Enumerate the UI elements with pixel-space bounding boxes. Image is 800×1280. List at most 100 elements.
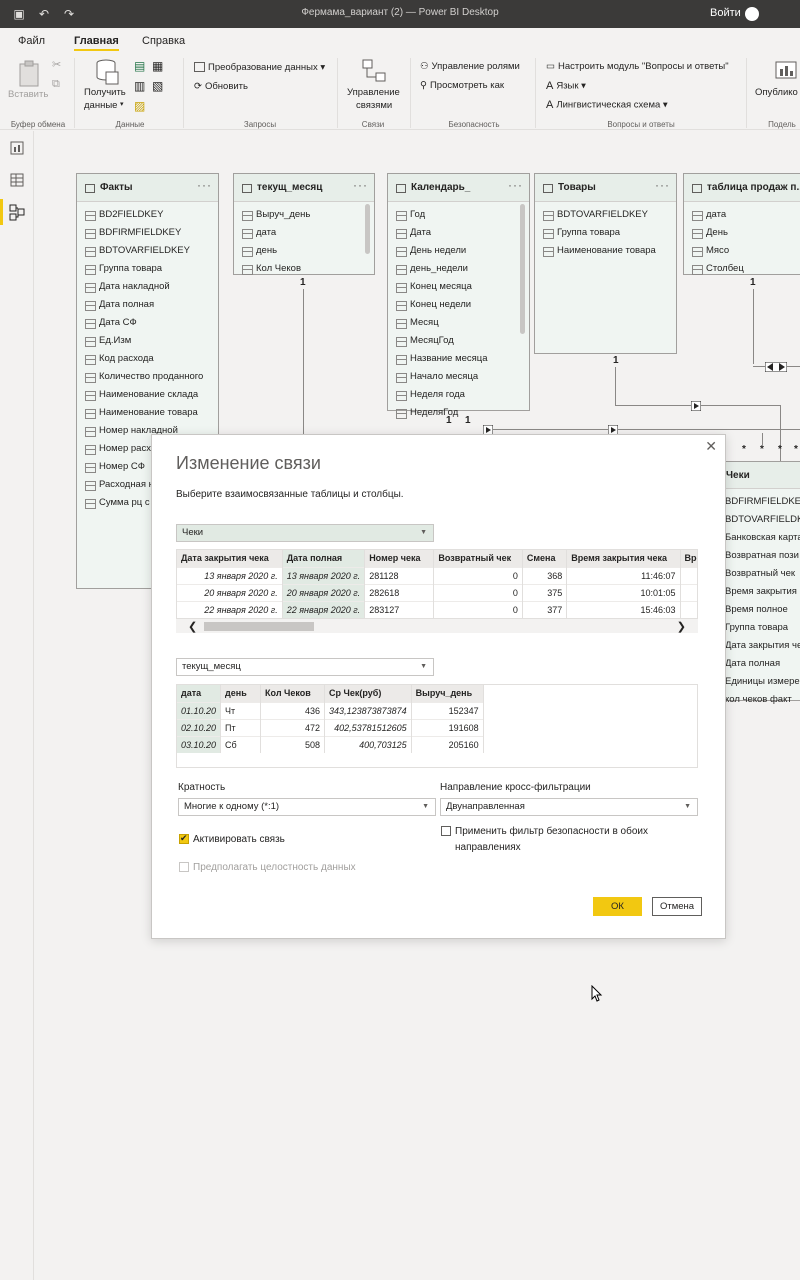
table-field[interactable]: день_недели	[388, 260, 529, 278]
grid-header[interactable]: Возвратный чек	[433, 550, 523, 567]
chevron-down-icon[interactable]: ▾	[120, 100, 124, 108]
table-field[interactable]: Наименование склада	[77, 386, 218, 404]
table-field[interactable]: Дата полная	[77, 296, 218, 314]
table-field[interactable]: Код расхода	[77, 350, 218, 368]
grid-header[interactable]: Кол Чеков	[260, 685, 326, 702]
grid-header[interactable]: Дата закрытия чека	[177, 550, 283, 567]
sql-icon[interactable]: ▥	[134, 79, 145, 93]
table-field[interactable]: кол чеков факт	[723, 691, 800, 709]
table-field[interactable]: Столбец	[684, 260, 800, 278]
table-field[interactable]: дата	[234, 224, 374, 242]
get-data-line1[interactable]: Получить	[84, 87, 126, 98]
signin-link[interactable]: Войти	[710, 7, 741, 19]
table-field[interactable]: Время закрытия	[723, 583, 800, 601]
table-field[interactable]: Дата закрытия че	[723, 637, 800, 655]
table-field[interactable]: Группа товара	[535, 224, 676, 242]
scroll-right-icon[interactable]: ❯	[677, 620, 686, 633]
grid-header[interactable]: Номер чека	[364, 550, 435, 567]
table-field[interactable]: Конец недели	[388, 296, 529, 314]
table-field[interactable]: BD2FIELDKEY	[77, 206, 218, 224]
table-field[interactable]: Наименование товара	[77, 404, 218, 422]
manage-relations-line2[interactable]: связями	[356, 100, 392, 111]
qa-setup-button[interactable]: ▭ Настроить модуль "Вопросы и ответы"	[546, 61, 729, 72]
grid-header[interactable]: день	[220, 685, 262, 702]
table-card-sales[interactable]: таблица продаж п... дата День Мясо Столбец	[683, 173, 800, 275]
table-field[interactable]: Время полное	[723, 601, 800, 619]
table-field[interactable]: Дата	[388, 224, 529, 242]
table-card-current-month[interactable]: текущ_месяц ··· Выруч_день дата день Кол Чек…	[233, 173, 375, 275]
ok-button[interactable]: ОК	[593, 897, 642, 916]
manage-relations-line1[interactable]: Управление	[347, 87, 400, 98]
transform-data-button[interactable]: Преобразование данных ▾	[194, 62, 325, 73]
dataset-icon[interactable]: ▦	[152, 59, 163, 73]
table-field[interactable]: Единицы измере	[723, 673, 800, 691]
more-options-icon[interactable]: ···	[353, 178, 368, 192]
table-field[interactable]: МесяцГод	[388, 332, 529, 350]
more-options-icon[interactable]: ···	[655, 178, 670, 192]
table-field[interactable]: Группа товара	[77, 260, 218, 278]
grid-header[interactable]: Смена	[522, 550, 568, 567]
table-field[interactable]: Ед.Изм	[77, 332, 218, 350]
activate-relationship-checkbox[interactable]	[179, 833, 189, 844]
grid-header[interactable]: Выруч_день	[411, 685, 484, 702]
close-icon[interactable]: ✕	[705, 438, 717, 455]
tab-home[interactable]: Главная	[74, 35, 119, 51]
refresh-button[interactable]: ⟳ Обновить	[194, 81, 248, 92]
table-field[interactable]: Название месяца	[388, 350, 529, 368]
table-field[interactable]: Выруч_день	[234, 206, 374, 224]
horizontal-scrollbar[interactable]: ❮ ❯	[176, 618, 698, 633]
data-view-icon[interactable]	[8, 171, 26, 189]
security-filter-checkbox[interactable]	[441, 826, 451, 836]
grid-header[interactable]: дата	[177, 685, 222, 702]
table-field[interactable]: Месяц	[388, 314, 529, 332]
recent-sources-icon[interactable]: ▨	[134, 99, 145, 113]
table-field[interactable]: Дата СФ	[77, 314, 218, 332]
cardinality-select[interactable]: Многие к одному (*:1) ▼	[178, 798, 436, 816]
table-field[interactable]: Конец месяца	[388, 278, 529, 296]
scroll-thumb[interactable]	[204, 622, 314, 631]
table-field[interactable]: BDFIRMFIELDKEY	[77, 224, 218, 242]
scrollbar[interactable]	[365, 204, 370, 254]
table-field[interactable]: День недели	[388, 242, 529, 260]
grid-header[interactable]: Время закрытия чека	[566, 550, 681, 567]
table-field[interactable]: Группа товара	[723, 619, 800, 637]
table-field[interactable]: Мясо	[684, 242, 800, 260]
table-field[interactable]: Дата накладной	[77, 278, 218, 296]
linguistic-schema-button[interactable]: A Лингвистическая схема ▾	[546, 99, 668, 111]
paste-button[interactable]: Вставить	[8, 89, 48, 100]
table-field[interactable]: Дата полная	[723, 655, 800, 673]
tab-file[interactable]: Файл	[18, 35, 45, 47]
table-field[interactable]: Год	[388, 206, 529, 224]
table-field[interactable]: Наименование товара	[535, 242, 676, 260]
tab-help[interactable]: Справка	[142, 35, 185, 47]
table-field[interactable]: Начало месяца	[388, 368, 529, 386]
table-field[interactable]: Неделя года	[388, 386, 529, 404]
table-card-calendar[interactable]: Календарь_ ··· Год Дата День недели день_нед…	[387, 173, 530, 419]
table-field[interactable]: НеделяГод	[388, 404, 529, 422]
publish-button[interactable]: Опублико	[755, 87, 798, 98]
avatar[interactable]	[745, 7, 759, 21]
table-field[interactable]: BDTOVARFIELDKE	[723, 511, 800, 529]
copy-icon[interactable]: ⧉	[52, 78, 60, 91]
view-as-button[interactable]: ⚲ Просмотреть как	[420, 80, 504, 91]
grid-header[interactable]: Ср Чек(руб)	[324, 685, 412, 702]
get-data-line2[interactable]: данные	[84, 100, 117, 111]
model-view-button[interactable]	[0, 199, 26, 225]
more-options-icon[interactable]: ···	[508, 178, 523, 192]
table-field[interactable]: дата	[684, 206, 800, 224]
table-field[interactable]: Кол Чеков	[234, 260, 374, 278]
table-card-goods[interactable]: Товары ··· BDTOVARFIELDKEY Группа товара На…	[534, 173, 677, 354]
crossfilter-select[interactable]: Двунаправленная ▼	[440, 798, 698, 816]
table-field[interactable]: День	[684, 224, 800, 242]
table-card-checks[interactable]: Чеки BDFIRMFIELDKEYBDTOVARFIELDKEБанковс…	[722, 461, 800, 705]
cancel-button[interactable]: Отмена	[652, 897, 702, 916]
table-field[interactable]: Количество проданного	[77, 368, 218, 386]
table1-select[interactable]: Чеки ▼	[176, 524, 434, 542]
table-field[interactable]: BDTOVARFIELDKEY	[77, 242, 218, 260]
table-field[interactable]: BDTOVARFIELDKEY	[535, 206, 676, 224]
table-field[interactable]: Возвратная пози	[723, 547, 800, 565]
grid-header[interactable]: Дата полная	[282, 550, 366, 567]
grid-header[interactable]: Вре	[680, 550, 697, 567]
report-view-icon[interactable]	[8, 139, 26, 157]
scrollbar[interactable]	[520, 204, 525, 334]
